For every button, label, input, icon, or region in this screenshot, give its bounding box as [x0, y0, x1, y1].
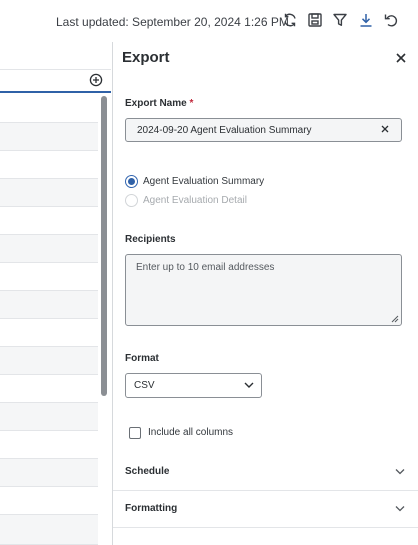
recipients-label: Recipients [125, 234, 176, 245]
plus-circle-icon[interactable] [89, 73, 103, 87]
export-panel-title: Export [122, 49, 170, 66]
radio-agent-evaluation-detail-label: Agent Evaluation Detail [143, 195, 247, 206]
include-all-columns-checkbox[interactable] [129, 427, 141, 439]
refresh-icon[interactable] [281, 11, 299, 29]
table-row[interactable] [0, 291, 98, 319]
undo-icon[interactable] [382, 11, 400, 29]
chevron-down-icon [395, 469, 405, 475]
table-row[interactable] [0, 123, 98, 151]
last-updated-text: Last updated: September 20, 2024 1:26 PM [56, 15, 289, 29]
table-row[interactable] [0, 263, 98, 291]
formatting-section-label: Formatting [125, 503, 178, 514]
radio-agent-evaluation-summary[interactable] [125, 175, 138, 188]
table-row[interactable] [0, 431, 98, 459]
clear-icon[interactable] [380, 124, 390, 134]
recipients-placeholder: Enter up to 10 email addresses [136, 262, 275, 273]
include-all-columns-label[interactable]: Include all columns [148, 427, 233, 438]
table-row[interactable] [0, 95, 98, 123]
format-label: Format [125, 353, 159, 364]
table-row[interactable] [0, 487, 98, 515]
close-icon[interactable] [394, 51, 408, 65]
toolbar: Last updated: September 20, 2024 1:26 PM [0, 0, 418, 42]
chevron-down-icon [395, 506, 405, 512]
formatting-section[interactable]: Formatting [113, 491, 418, 528]
table-row[interactable] [0, 179, 98, 207]
table-row[interactable] [0, 375, 98, 403]
table-scrollbar[interactable] [101, 96, 107, 396]
export-name-input[interactable]: 2024-09-20 Agent Evaluation Summary [125, 118, 402, 142]
table-row[interactable] [0, 151, 98, 179]
chevron-down-icon[interactable] [244, 381, 254, 389]
schedule-section-label: Schedule [125, 466, 170, 477]
table-row[interactable] [0, 235, 98, 263]
data-table [0, 42, 112, 545]
radio-agent-evaluation-summary-label[interactable]: Agent Evaluation Summary [143, 176, 264, 187]
radio-agent-evaluation-detail [125, 194, 138, 207]
export-name-label: Export Name * [125, 98, 193, 109]
format-select[interactable]: CSV [125, 373, 262, 398]
schedule-section[interactable]: Schedule [113, 454, 418, 491]
resize-grip-icon[interactable] [391, 315, 399, 323]
filter-icon[interactable] [331, 11, 349, 29]
table-row[interactable] [0, 515, 98, 545]
download-icon[interactable] [357, 11, 375, 29]
table-row[interactable] [0, 207, 98, 235]
recipients-textarea[interactable]: Enter up to 10 email addresses [125, 254, 402, 326]
table-row[interactable] [0, 459, 98, 487]
table-header [0, 69, 111, 93]
save-icon[interactable] [306, 11, 324, 29]
export-name-label-text: Export Name [125, 98, 187, 109]
table-row[interactable] [0, 319, 98, 347]
required-marker: * [189, 98, 194, 109]
export-panel: Export Export Name * 2024-09-20 Agent Ev… [112, 42, 418, 545]
table-row[interactable] [0, 403, 98, 431]
table-row[interactable] [0, 347, 98, 375]
